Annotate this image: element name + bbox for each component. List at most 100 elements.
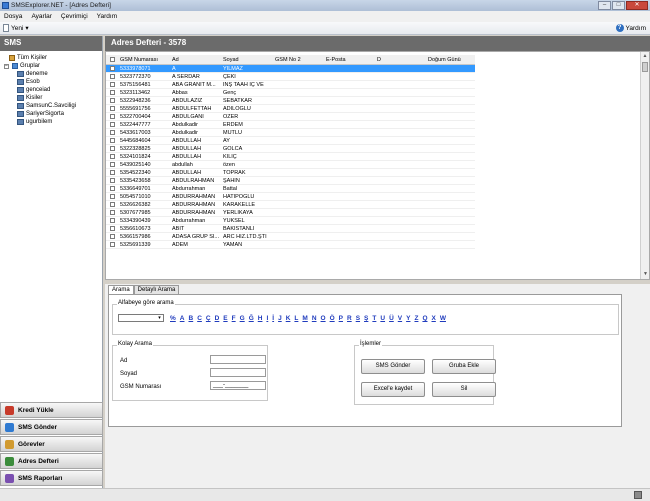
tree-item-all-contacts[interactable]: Tüm Kişiler [3,54,102,62]
col-header-gsm[interactable]: GSM Numarası [118,57,170,63]
row-checkbox[interactable] [106,106,118,111]
table-row[interactable]: 5307677985 ABDURRAHMAN YERLİKAYA [106,209,475,217]
close-icon[interactable]: ✕ [626,1,648,10]
table-row[interactable]: 5366157986 ADASA GRUP SI... ARC HIZ.LTD.ŞT… [106,233,475,241]
alphabet-letter-link[interactable]: Ö [330,315,335,322]
alphabet-letter-link[interactable]: N [312,315,317,322]
row-checkbox[interactable] [106,90,118,95]
table-row[interactable]: 5445684604 ABDULLAH AY [106,137,475,145]
row-checkbox[interactable] [106,170,118,175]
ad-input[interactable] [210,355,266,364]
alphabet-letter-link[interactable]: Y [406,315,410,322]
col-header-gsm2[interactable]: GSM No 2 [273,57,324,63]
maximize-icon[interactable]: □ [612,1,625,10]
tree-item-group[interactable]: Kisiler [3,94,102,102]
tree-item-group[interactable]: genceiad [3,86,102,94]
sil-button[interactable]: Sil [432,382,496,397]
alphabet-letter-link[interactable]: U [380,315,385,322]
row-checkbox[interactable] [106,226,118,231]
table-row[interactable]: 5334390439 Abdurrahman YÜKSEL [106,217,475,225]
row-checkbox[interactable] [106,114,118,119]
row-checkbox[interactable] [106,122,118,127]
scroll-up-icon[interactable]: ▲ [641,52,649,61]
alphabet-letter-link[interactable]: H [258,315,263,322]
alphabet-letter-link[interactable]: L [294,315,298,322]
row-checkbox[interactable] [106,82,118,87]
row-checkbox[interactable] [106,218,118,223]
tree-item-group[interactable]: deneme [3,70,102,78]
row-checkbox[interactable] [106,138,118,143]
row-checkbox[interactable] [106,242,118,247]
adres-defteri-button[interactable]: Adres Defteri [0,453,103,469]
new-button[interactable]: Yeni ▾ [3,24,29,32]
alphabet-letter-link[interactable]: K [286,315,291,322]
table-row[interactable]: 5336649701 Abdurrahman Battal [106,185,475,193]
col-header-soyad[interactable]: Soyad [221,57,273,63]
tree-item-group[interactable]: SariyerSigorta [3,110,102,118]
row-checkbox[interactable] [106,146,118,151]
alphabet-letter-link[interactable]: A [180,315,185,322]
table-row[interactable]: 5335423658 ABDULRAHMAN ŞAHIN [106,177,475,185]
tree-item-group[interactable]: SamsunC.Savciligi [3,102,102,110]
tree-item-group[interactable]: Esob [3,78,102,86]
alphabet-letter-link[interactable]: C [197,315,202,322]
table-row[interactable]: 5324101824 ABDULLAH KILIÇ [106,153,475,161]
alphabet-letter-link[interactable]: X [432,315,436,322]
gruba-ekle-button[interactable]: Gruba Ekle [432,359,496,374]
row-checkbox[interactable] [106,210,118,215]
row-checkbox[interactable] [106,178,118,183]
alphabet-letter-link[interactable]: Ü [389,315,394,322]
alphabet-letter-link[interactable]: J [278,315,282,322]
table-row[interactable]: 5555691756 ABDÜLFETTAH ADILOĞLU [106,105,475,113]
row-checkbox[interactable] [106,194,118,199]
table-row[interactable]: 5433617003 Abdulkadir MUTLU [106,129,475,137]
soyad-input[interactable] [210,368,266,377]
menu-yardim[interactable]: Yardım [97,13,117,20]
alphabet-letter-link[interactable]: P [339,315,343,322]
table-row[interactable]: 5322328825 ABDULLAH GOLCA [106,145,475,153]
row-checkbox[interactable] [106,66,118,71]
alphabet-letter-link[interactable]: Ğ [249,315,254,322]
table-row[interactable]: 5322948236 ABDULAZIZ SEBATKAR [106,97,475,105]
gsm-input[interactable]: ___-_______ [210,381,266,390]
table-row[interactable]: 5375156481 ABA GRANIT M... INŞ TAAH İÇ VE [106,81,475,89]
col-header-eposta[interactable]: E-Posta [324,57,375,63]
minimize-icon[interactable]: – [598,1,611,10]
select-all-checkbox[interactable] [106,57,118,62]
table-row[interactable]: 5054571010 ABDURRAHMAN HATIPOĞLU [106,193,475,201]
tree-item-group[interactable]: ugurbilem [3,118,102,126]
help-button[interactable]: ? Yardım [615,24,646,32]
alphabet-letter-link[interactable]: Ş [364,315,368,322]
resize-grip-icon[interactable] [634,491,642,499]
table-row[interactable]: 5333978071 A YILMAZ [106,65,475,73]
sms-gonder-button[interactable]: SMS Gönder [361,359,425,374]
table-row[interactable]: 5323772370 A SERDAR ÇEKİ [106,73,475,81]
sms-raporlari-button[interactable]: SMS Raporları [0,470,103,486]
grid-scrollbar[interactable]: ▲ ▼ [640,52,649,279]
alphabet-letter-link[interactable]: V [398,315,402,322]
alphabet-letter-link[interactable]: E [223,315,227,322]
menu-cevrimici[interactable]: Çevrimiçi [61,13,88,20]
alphabet-letter-link[interactable]: İ [272,315,274,322]
table-row[interactable]: 5322700404 ABDULGANI ÖZER [106,113,475,121]
tab-detayli-arama[interactable]: Detaylı Arama [133,285,180,294]
col-header-d[interactable]: D [375,57,426,63]
col-header-dogum-gunu[interactable]: Doğum Günü [426,57,475,63]
row-checkbox[interactable] [106,154,118,159]
alphabet-letter-link[interactable]: R [347,315,352,322]
table-row[interactable]: 5323113462 Abbas Genç [106,89,475,97]
kredi-yukle-button[interactable]: Kredi Yükle [0,402,103,418]
alphabet-letter-link[interactable]: W [440,315,446,322]
sms-gonder-nav-button[interactable]: SMS Gönder [0,419,103,435]
alphabet-letter-link[interactable]: Z [414,315,418,322]
row-checkbox[interactable] [106,234,118,239]
collapse-icon[interactable]: − [4,63,9,69]
alphabet-letter-link[interactable]: M [302,315,307,322]
row-checkbox[interactable] [106,162,118,167]
tree-item-groups[interactable]: − Gruplar [3,62,102,70]
table-row[interactable]: 5322447777 Abdulkadir ERDEM [106,121,475,129]
row-checkbox[interactable] [106,202,118,207]
row-checkbox[interactable] [106,98,118,103]
alphabet-letter-link[interactable]: G [240,315,245,322]
table-row[interactable]: 5354522340 ABDULLAH TOPRAK [106,169,475,177]
